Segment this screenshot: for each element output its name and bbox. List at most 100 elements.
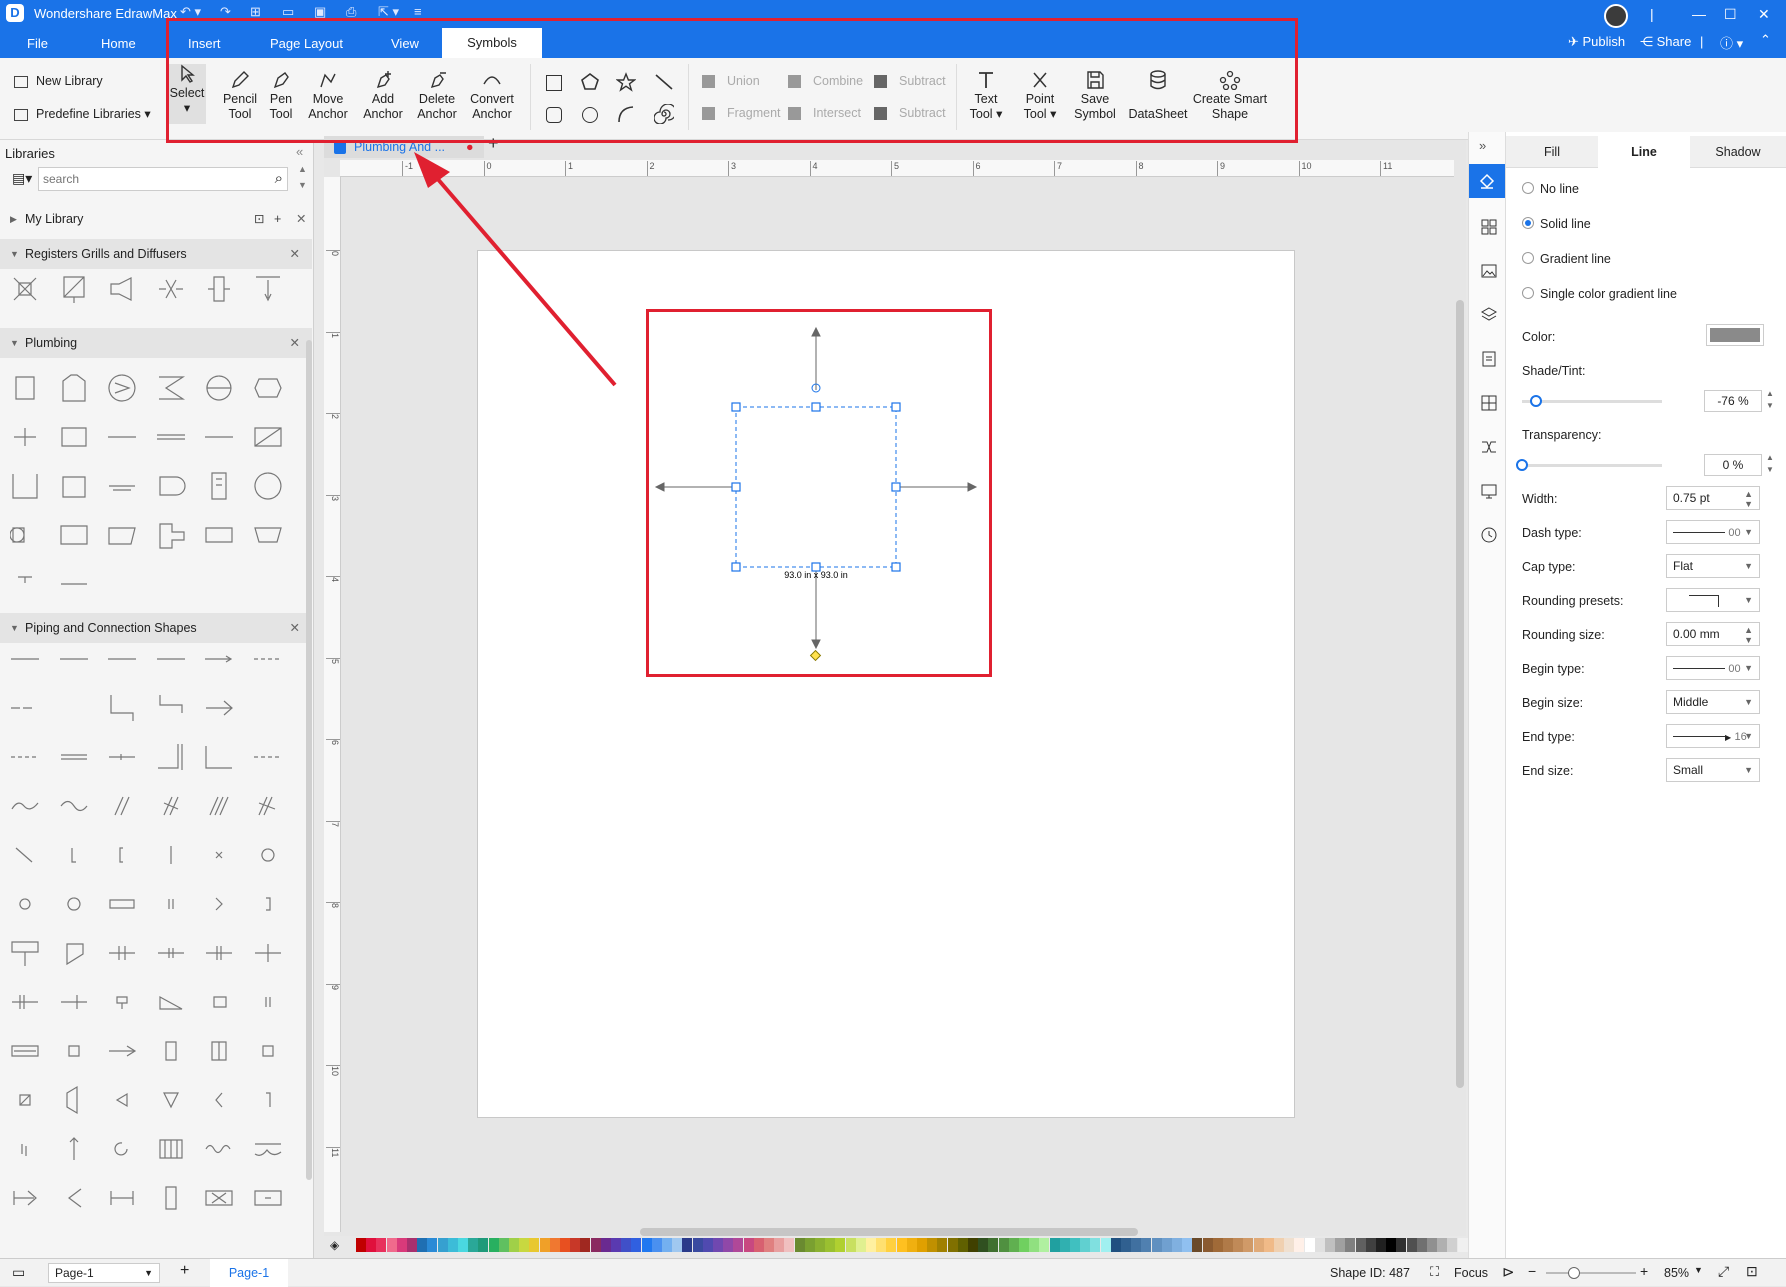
library-symbol[interactable] <box>107 987 137 1017</box>
palette-color-swatch[interactable] <box>427 1238 438 1252</box>
palette-color-swatch[interactable] <box>1161 1238 1172 1252</box>
library-symbol[interactable] <box>204 422 234 452</box>
library-symbol[interactable] <box>107 569 137 599</box>
library-symbol[interactable] <box>156 644 186 674</box>
palette-color-swatch[interactable] <box>407 1238 417 1252</box>
transparency-value-field[interactable]: 0 % <box>1704 454 1762 476</box>
library-symbol[interactable] <box>107 373 137 403</box>
palette-color-swatch[interactable] <box>927 1238 938 1252</box>
search-input[interactable] <box>43 171 259 187</box>
palette-color-swatch[interactable] <box>509 1238 519 1252</box>
transparency-slider[interactable] <box>1516 459 1662 471</box>
palette-color-swatch[interactable] <box>651 1238 662 1252</box>
palette-color-swatch[interactable] <box>1039 1238 1050 1252</box>
palette-color-swatch[interactable] <box>1151 1238 1162 1252</box>
image-icon[interactable] <box>1480 262 1498 280</box>
end-type-select[interactable]: ▶ 16 ▼ <box>1666 724 1760 748</box>
presentation-icon[interactable] <box>1480 482 1498 500</box>
library-symbol[interactable] <box>59 840 89 870</box>
palette-color-swatch[interactable] <box>1304 1238 1315 1252</box>
palette-color-swatch[interactable] <box>957 1238 968 1252</box>
library-symbol[interactable] <box>156 791 186 821</box>
library-symbol[interactable] <box>156 987 186 1017</box>
palette-color-swatch[interactable] <box>1059 1238 1070 1252</box>
palette-color-swatch[interactable] <box>1202 1238 1213 1252</box>
palette-color-swatch[interactable] <box>376 1238 387 1252</box>
search-box[interactable]: ⌕ <box>38 167 288 191</box>
shade-stepper-icon[interactable]: ▲ ▼ <box>1766 388 1774 412</box>
library-symbol[interactable] <box>107 1183 137 1213</box>
shuffle-icon[interactable] <box>1480 438 1498 456</box>
library-symbol[interactable] <box>10 791 40 821</box>
library-symbol[interactable] <box>204 373 234 403</box>
library-symbol[interactable] <box>10 1134 40 1164</box>
library-symbol[interactable] <box>59 644 89 674</box>
library-symbol[interactable] <box>107 1134 137 1164</box>
zoom-slider-knob[interactable] <box>1568 1267 1580 1279</box>
palette-color-swatch[interactable] <box>825 1238 836 1252</box>
palette-color-swatch[interactable] <box>1100 1238 1111 1252</box>
fullscreen-icon[interactable]: ⊡ <box>1746 1263 1758 1280</box>
radio-gradient-line[interactable] <box>1522 252 1534 264</box>
library-symbol[interactable] <box>107 693 137 723</box>
library-symbol[interactable] <box>59 791 89 821</box>
library-symbol[interactable] <box>253 791 283 821</box>
radio-no-line[interactable] <box>1522 182 1534 194</box>
rounding-stepper-icon[interactable]: ▲ ▼ <box>1744 625 1753 645</box>
library-symbol[interactable] <box>204 840 234 870</box>
palette-color-swatch[interactable] <box>855 1238 866 1252</box>
palette-color-swatch[interactable] <box>723 1238 734 1252</box>
palette-color-swatch[interactable] <box>906 1238 917 1252</box>
palette-color-swatch[interactable] <box>682 1238 693 1252</box>
section-header-registers[interactable]: ▼ Registers Grills and Diffusers ✕ <box>0 239 312 269</box>
palette-color-swatch[interactable] <box>1253 1238 1264 1252</box>
library-symbol[interactable] <box>10 987 40 1017</box>
library-symbol[interactable] <box>59 471 89 501</box>
palette-color-swatch[interactable] <box>1182 1238 1193 1252</box>
library-symbol[interactable] <box>156 889 186 919</box>
library-symbol[interactable] <box>107 791 137 821</box>
library-symbol[interactable] <box>204 644 234 674</box>
library-symbol[interactable] <box>59 520 89 550</box>
width-field[interactable]: 0.75 pt ▲ ▼ <box>1666 486 1760 510</box>
library-symbol[interactable] <box>59 1134 89 1164</box>
maximize-icon[interactable]: ☐ <box>1724 6 1737 23</box>
palette-color-swatch[interactable] <box>468 1238 479 1252</box>
zoom-in-icon[interactable]: + <box>1640 1263 1648 1279</box>
library-symbol[interactable] <box>107 840 137 870</box>
library-symbol[interactable] <box>10 422 40 452</box>
palette-color-swatch[interactable] <box>662 1238 672 1252</box>
collapse-icon[interactable]: ▼ <box>10 328 19 358</box>
library-symbol[interactable] <box>59 422 89 452</box>
palette-color-swatch[interactable] <box>1325 1238 1335 1252</box>
tab-file[interactable]: File <box>27 36 48 51</box>
close-library-icon[interactable]: ✕ <box>296 206 306 232</box>
library-symbol[interactable] <box>253 422 283 452</box>
palette-color-swatch[interactable] <box>947 1238 958 1252</box>
vertical-scrollbar[interactable] <box>1456 300 1464 1088</box>
scroll-up-icon[interactable]: ▲ <box>298 164 307 174</box>
palette-color-swatch[interactable] <box>692 1238 703 1252</box>
palette-color-swatch[interactable] <box>702 1238 713 1252</box>
rounding-size-field[interactable]: 0.00 mm ▲ ▼ <box>1666 622 1760 646</box>
my-library-item[interactable]: ▶ My Library ⊡ + ✕ <box>0 206 312 232</box>
play-icon[interactable]: ⊳ <box>1502 1263 1515 1281</box>
library-symbol[interactable] <box>253 742 283 772</box>
palette-color-swatch[interactable] <box>1131 1238 1142 1252</box>
library-symbol[interactable] <box>204 791 234 821</box>
palette-color-swatch[interactable] <box>1263 1238 1274 1252</box>
shade-value-field[interactable]: -76 % <box>1704 390 1762 412</box>
tab-shadow[interactable]: Shadow <box>1690 136 1786 168</box>
close-section-icon[interactable]: ✕ <box>290 239 300 269</box>
focus-icon[interactable]: ⛶ <box>1430 1264 1439 1280</box>
tab-line[interactable]: Line <box>1598 136 1690 168</box>
add-library-icon[interactable]: + <box>274 206 281 232</box>
palette-color-swatch[interactable] <box>1212 1238 1223 1252</box>
library-symbol[interactable] <box>10 1036 40 1066</box>
library-symbol[interactable] <box>10 1183 40 1213</box>
focus-button[interactable]: Focus <box>1454 1266 1488 1280</box>
palette-color-swatch[interactable] <box>1396 1238 1407 1252</box>
zoom-out-icon[interactable]: − <box>1528 1263 1536 1279</box>
library-symbol[interactable] <box>204 520 234 550</box>
share-button[interactable]: ⋲ Share <box>1640 34 1691 50</box>
